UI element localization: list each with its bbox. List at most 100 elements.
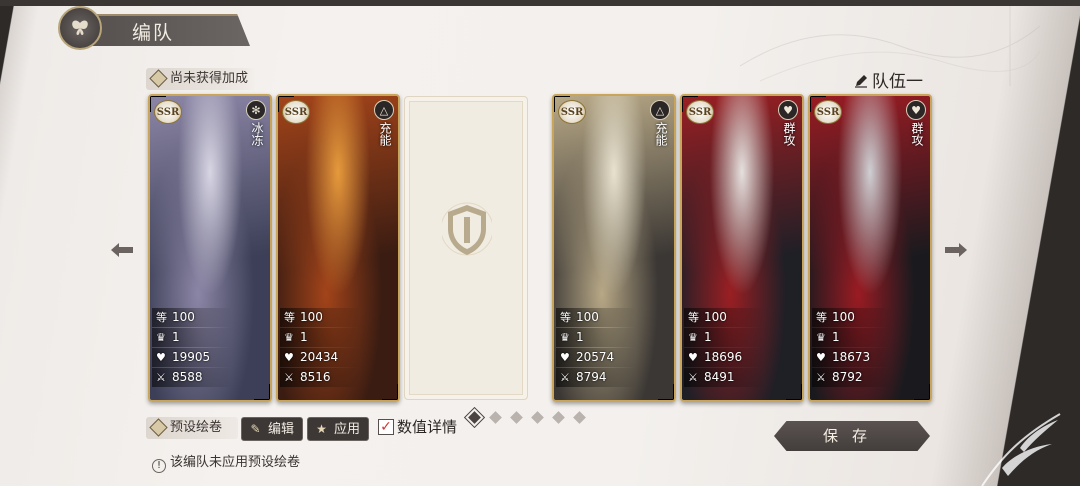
triangle-icon: △ — [650, 100, 670, 120]
edit-icon: ✎ — [250, 422, 261, 436]
team-name[interactable]: 队伍一 — [854, 67, 923, 92]
character-card[interactable]: SSR △ 充能 等 100 ♛ 1 ♥ 20574 ⚔ 8794 — [552, 94, 676, 402]
rank-stat: ♛ 1 — [684, 328, 764, 347]
diamond-icon — [149, 418, 168, 437]
character-card[interactable]: SSR ♥ 群攻 等 100 ♛ 1 ♥ 18673 ⚔ 8792 — [808, 94, 932, 402]
crown-icon: ♛ — [688, 331, 698, 344]
bonus-status-label[interactable]: 尚未获得加成 — [146, 68, 257, 90]
rarity-badge: SSR — [282, 100, 310, 124]
level-value: 100 — [576, 310, 599, 324]
heart-icon: ♥ — [560, 351, 570, 364]
character-card[interactable]: SSR ♥ 群攻 等 100 ♛ 1 ♥ 18696 ⚔ 8491 — [680, 94, 804, 402]
hp-stat: ♥ 18673 — [812, 348, 892, 367]
level-stat: 等 100 — [280, 308, 360, 327]
card-frame-corner — [786, 384, 802, 400]
card-frame-corner — [254, 384, 270, 400]
crown-icon: ♛ — [560, 331, 570, 344]
warning-icon: ! — [152, 459, 166, 473]
attack-stat: ⚔ 8588 — [152, 368, 232, 387]
rank-value: 1 — [576, 330, 584, 344]
attack-value: 8588 — [172, 370, 203, 384]
apply-preset-button[interactable]: ★ 应用 — [307, 417, 370, 441]
rarity-badge: SSR — [686, 100, 714, 124]
rank-value: 1 — [704, 330, 712, 344]
card-stats: 等 100 ♛ 1 ♥ 20434 ⚔ 8516 — [280, 308, 360, 388]
attack-value: 8516 — [300, 370, 331, 384]
level-value: 100 — [704, 310, 727, 324]
page-dot[interactable] — [489, 411, 502, 424]
crown-icon: ♛ — [816, 331, 826, 344]
page-indicator — [463, 406, 586, 429]
arrow-right-icon — [945, 243, 967, 257]
star-icon: ★ — [316, 422, 327, 436]
save-button[interactable]: 保存 — [774, 421, 930, 451]
page-dot[interactable] — [573, 411, 586, 424]
level-icon: 等 — [816, 311, 827, 324]
character-card[interactable]: SSR △ 充能 等 100 ♛ 1 ♥ 20434 ⚔ 8516 — [276, 94, 400, 402]
prev-page-arrow[interactable] — [108, 236, 136, 264]
hp-value: 20574 — [576, 350, 615, 364]
page-dot[interactable] — [531, 411, 544, 424]
bonus-status-text: 尚未获得加成 — [170, 71, 249, 86]
next-page-arrow[interactable] — [942, 236, 970, 264]
crossed-swords-icon: ⚔ — [560, 371, 570, 384]
empty-card-slot[interactable] — [404, 96, 528, 400]
edit-preset-button[interactable]: ✎ 编辑 — [241, 417, 304, 441]
apply-preset-label: 应用 — [334, 422, 361, 437]
level-icon: 等 — [688, 311, 699, 324]
hp-stat: ♥ 20434 — [280, 348, 360, 367]
butterfly-icon — [72, 20, 88, 35]
heart-icon: ♥ — [156, 351, 166, 364]
feather-decoration — [981, 413, 1061, 486]
page-dot[interactable] — [510, 411, 523, 424]
rank-stat: ♛ 1 — [152, 328, 232, 347]
hp-stat: ♥ 18696 — [684, 348, 764, 367]
crossed-swords-icon: ⚔ — [284, 371, 294, 384]
card-type-label: 充能 — [654, 122, 668, 146]
arrow-left-icon — [111, 243, 133, 257]
level-icon: 等 — [156, 311, 167, 324]
hp-stat: ♥ 19905 — [152, 348, 232, 367]
card-type-label: 充能 — [378, 122, 392, 146]
card-frame-corner — [658, 384, 674, 400]
preset-warning: ! 该编队未应用预设绘卷 — [152, 451, 300, 473]
rank-value: 1 — [172, 330, 180, 344]
shield-icon — [442, 202, 492, 256]
rank-stat: ♛ 1 — [280, 328, 360, 347]
attack-stat: ⚔ 8491 — [684, 368, 764, 387]
level-value: 100 — [172, 310, 195, 324]
rarity-badge: SSR — [154, 100, 182, 124]
card-stats: 等 100 ♛ 1 ♥ 20574 ⚔ 8794 — [556, 308, 636, 388]
attack-value: 8491 — [704, 370, 735, 384]
attack-value: 8792 — [832, 370, 863, 384]
hp-value: 18673 — [832, 350, 871, 364]
level-value: 100 — [832, 310, 855, 324]
rank-value: 1 — [832, 330, 840, 344]
card-type-label: 群攻 — [910, 122, 924, 146]
page-dot[interactable] — [552, 411, 565, 424]
crown-icon: ♛ — [156, 331, 166, 344]
preset-warning-text: 该编队未应用预设绘卷 — [170, 455, 301, 470]
back-button[interactable] — [58, 6, 102, 50]
diamond-icon — [149, 69, 168, 88]
attack-stat: ⚔ 8794 — [556, 368, 636, 387]
edit-pen-icon — [855, 75, 867, 88]
value-details-label[interactable]: 数值详情 — [397, 416, 457, 437]
card-type-label: 群攻 — [782, 122, 796, 146]
crossed-swords-icon: ⚔ — [156, 371, 166, 384]
value-details-checkbox[interactable]: ✓ — [378, 419, 394, 435]
character-card[interactable]: SSR ✻ 冰冻 等 100 ♛ 1 ♥ 19905 ⚔ 8588 — [148, 94, 272, 402]
snowflake-icon: ✻ — [246, 100, 266, 120]
attack-stat: ⚔ 8792 — [812, 368, 892, 387]
heart-icon: ♥ — [906, 100, 926, 120]
level-stat: 等 100 — [684, 308, 764, 327]
page-dot[interactable] — [463, 406, 486, 429]
hp-stat: ♥ 20574 — [556, 348, 636, 367]
hp-value: 19905 — [172, 350, 211, 364]
heart-icon: ♥ — [816, 351, 826, 364]
checkmark-icon: ✓ — [380, 419, 392, 435]
heart-icon: ♥ — [688, 351, 698, 364]
card-stats: 等 100 ♛ 1 ♥ 19905 ⚔ 8588 — [152, 308, 232, 388]
crossed-swords-icon: ⚔ — [688, 371, 698, 384]
card-stats: 等 100 ♛ 1 ♥ 18673 ⚔ 8792 — [812, 308, 892, 388]
